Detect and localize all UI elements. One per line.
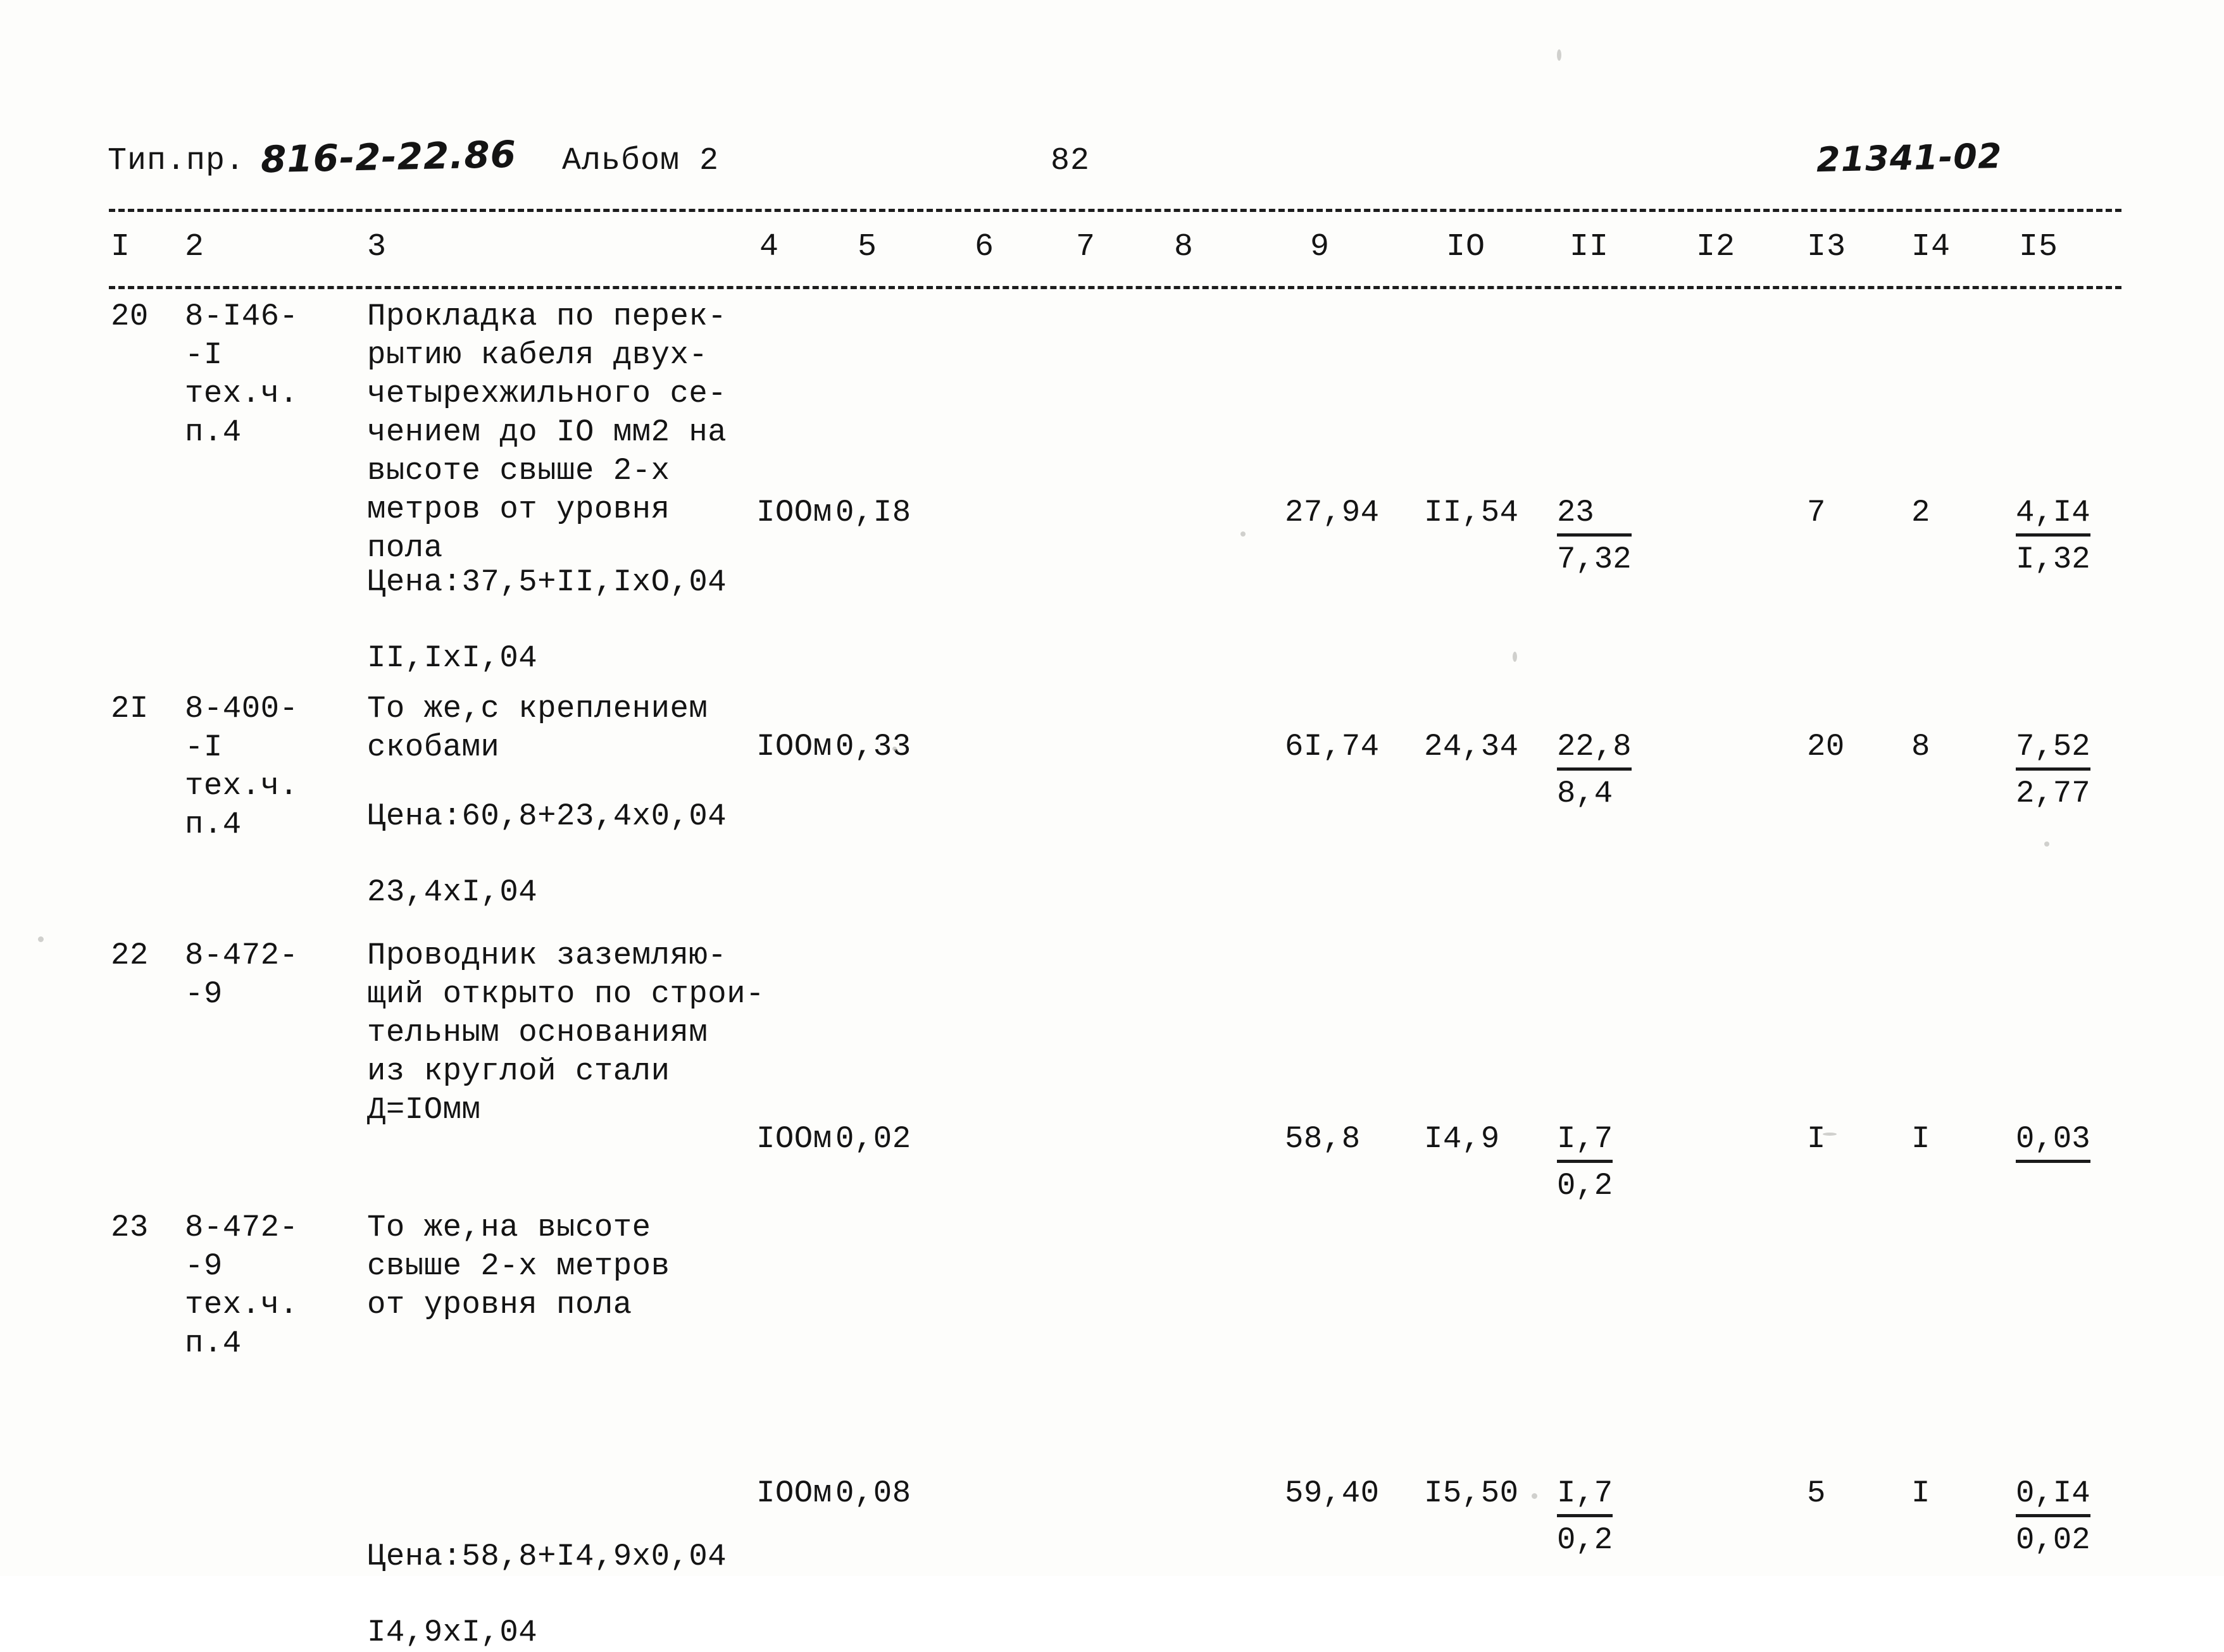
col11-fraction-denominator: 8,4: [1557, 776, 1613, 811]
page-header: Тип.пр. 816-2-22.86 Альбом 2 82 21341-02: [108, 132, 2120, 189]
col15-fraction-numerator: 0,I4: [2016, 1474, 2090, 1517]
scan-speckle: [892, 747, 897, 751]
unit-cell: IOOм: [756, 1475, 832, 1511]
col15-fraction-denominator: 2,77: [2016, 776, 2090, 811]
scan-speckle: [1513, 652, 1517, 662]
column-header-I5: I5: [2019, 229, 2059, 265]
col15-fraction: 0,03: [2016, 1120, 2090, 1163]
col15-fraction: 4,I4 I,32: [2016, 494, 2090, 579]
qty-cell: 0,02: [835, 1121, 911, 1157]
col15-fraction-numerator: 4,I4: [2016, 494, 2090, 537]
project-label: Тип.пр.: [108, 143, 246, 179]
col13-value: 5: [1807, 1475, 1826, 1511]
column-header-I: I: [111, 229, 131, 265]
col14-value: I: [1911, 1121, 1930, 1157]
scan-speckle: [1240, 531, 1246, 537]
price-note-primary: Цена:37,5+II,IxO,04: [367, 564, 727, 600]
row-number: 23: [111, 1210, 149, 1245]
scan-speckle: [1532, 1493, 1537, 1499]
column-header-3: 3: [367, 229, 387, 265]
col11-fraction: 23 7,32: [1557, 494, 1632, 579]
col10-value: 24,34: [1424, 729, 1519, 764]
page-number: 82: [1051, 143, 1090, 179]
row-number: 22: [111, 938, 149, 973]
col14-value: 8: [1911, 729, 1930, 764]
col10-value: II,54: [1424, 495, 1519, 530]
row-code: 8-472- -9 тех.ч. п.4: [185, 1210, 299, 1361]
qty-cell: 0,I8: [835, 495, 911, 530]
row-code: 8-I46- -I тех.ч. п.4: [185, 299, 299, 450]
document-code: 21341-02: [1816, 135, 2003, 180]
project-number: 816-2-22.86: [260, 132, 517, 182]
col15-fraction-denominator: 0,02: [2016, 1522, 2090, 1558]
price-note-primary: Цена:60,8+23,4x0,04: [367, 798, 727, 834]
row-code: 8-400- -I тех.ч. п.4: [185, 691, 299, 842]
row-description: Проводник заземляю- щий открыто по строи…: [367, 938, 765, 1127]
col15-fraction: 0,I4 0,02: [2016, 1474, 2090, 1560]
row-number: 20: [111, 299, 149, 334]
price-note-secondary: 23,4xI,04: [367, 874, 538, 910]
col11-fraction-numerator: I,7: [1557, 1120, 1613, 1163]
scan-speckle: [2044, 842, 2049, 847]
col11-fraction-numerator: 22,8: [1557, 728, 1632, 771]
row-number: 2I: [111, 691, 149, 726]
col15-fraction-denominator: I,32: [2016, 542, 2090, 577]
col14-value: I: [1911, 1475, 1930, 1511]
col15-fraction: 7,52 2,77: [2016, 728, 2090, 813]
column-header-II: II: [1570, 229, 1609, 265]
table-rule-bottom: [109, 286, 2121, 289]
column-header-9: 9: [1310, 229, 1330, 265]
col11-fraction: I,7 0,2: [1557, 1120, 1613, 1205]
col15-fraction-numerator: 0,03: [2016, 1120, 2090, 1163]
scan-speckle: [1823, 1133, 1837, 1136]
column-header-4: 4: [759, 229, 780, 265]
row-description: То же,на высоте свыше 2-х метров от уров…: [367, 1210, 670, 1322]
table-rule-top: [109, 209, 2121, 212]
col9-value: 6I,74: [1285, 729, 1380, 764]
row-code: 8-472- -9: [185, 938, 299, 1012]
col9-value: 58,8: [1285, 1121, 1361, 1157]
price-note-primary: Цена:58,8+I4,9x0,04: [367, 1539, 727, 1574]
col15-fraction-numerator: 7,52: [2016, 728, 2090, 771]
column-header-5: 5: [858, 229, 878, 265]
column-header-8: 8: [1174, 229, 1194, 265]
unit-cell: IOOм: [756, 729, 832, 764]
scan-speckle: [1557, 49, 1561, 61]
col11-fraction-numerator: 23: [1557, 494, 1632, 537]
col13-value: I: [1807, 1121, 1826, 1157]
col9-value: 59,40: [1285, 1475, 1380, 1511]
column-header-IO: IO: [1446, 229, 1486, 265]
col11-fraction-denominator: 0,2: [1557, 1522, 1613, 1558]
col11-fraction: 22,8 8,4: [1557, 728, 1632, 813]
col13-value: 7: [1807, 495, 1826, 530]
col13-value: 20: [1807, 729, 1845, 764]
album-label: Альбом 2: [562, 143, 720, 179]
column-header-I2: I2: [1696, 229, 1736, 265]
column-header-I3: I3: [1807, 229, 1847, 265]
col11-fraction-denominator: 7,32: [1557, 542, 1632, 577]
column-number-row: I 2 3 4 5 6 7 8 9 IO II I2 I3 I4 I5: [0, 229, 2224, 273]
scan-speckle: [38, 936, 44, 942]
column-header-7: 7: [1076, 229, 1096, 265]
column-header-6: 6: [975, 229, 995, 265]
column-header-2: 2: [185, 229, 205, 265]
col11-fraction-numerator: I,7: [1557, 1474, 1613, 1517]
col11-fraction: I,7 0,2: [1557, 1474, 1613, 1560]
price-note-secondary: II,IxI,04: [367, 640, 538, 676]
price-note-secondary: I4,9xI,04: [367, 1615, 538, 1650]
col10-value: I4,9: [1424, 1121, 1500, 1157]
col9-value: 27,94: [1285, 495, 1380, 530]
scanned-page: Тип.пр. 816-2-22.86 Альбом 2 82 21341-02…: [0, 0, 2224, 1650]
col14-value: 2: [1911, 495, 1930, 530]
row-description: То же,с креплением скобами: [367, 691, 708, 765]
col11-fraction-denominator: 0,2: [1557, 1168, 1613, 1203]
row-description: Прокладка по перек- рытию кабеля двух- ч…: [367, 299, 727, 566]
qty-cell: 0,33: [835, 729, 911, 764]
col10-value: I5,50: [1424, 1475, 1519, 1511]
column-header-I4: I4: [1911, 229, 1951, 265]
unit-cell: IOOм: [756, 1121, 832, 1157]
qty-cell: 0,08: [835, 1475, 911, 1511]
unit-cell: IOOм: [756, 495, 832, 530]
